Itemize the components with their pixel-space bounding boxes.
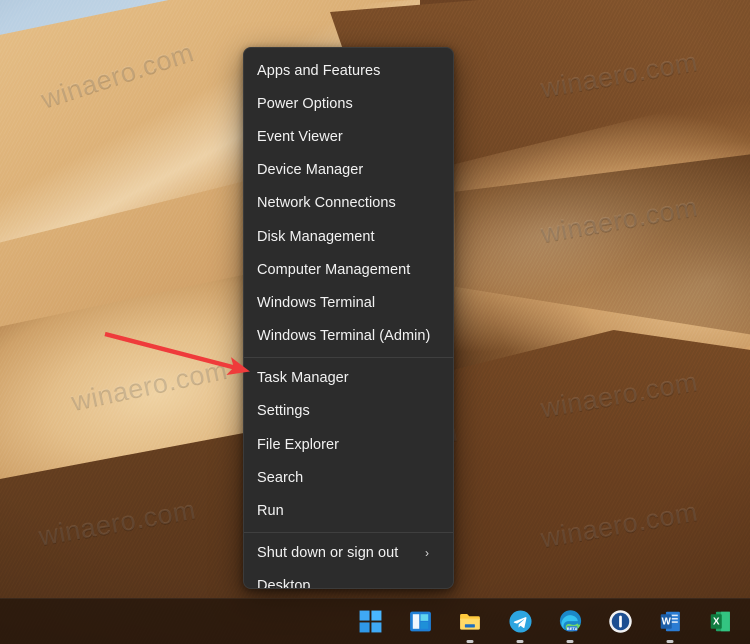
- menu-item-label: Task Manager: [257, 370, 349, 387]
- menu-item-label: Device Manager: [257, 162, 364, 179]
- menu-item-label: Computer Management: [257, 261, 411, 278]
- desktop-screen: winaero.comwinaero.comwinaero.comwinaero…: [0, 0, 750, 644]
- taskbar[interactable]: BETA W X: [0, 598, 750, 644]
- menu-item-settings[interactable]: Settings: [244, 395, 453, 428]
- menu-item-shut-down-or-sign-out[interactable]: Shut down or sign out ›: [244, 537, 453, 570]
- running-indicator: [516, 639, 524, 643]
- menu-item-label: Desktop: [257, 578, 311, 589]
- telegram-button[interactable]: [503, 605, 537, 643]
- menu-item-event-viewer[interactable]: Event Viewer: [244, 120, 453, 153]
- menu-item-label: Shut down or sign out: [257, 545, 399, 562]
- menu-item-search[interactable]: Search: [244, 461, 453, 494]
- menu-item-disk-management[interactable]: Disk Management: [244, 220, 453, 253]
- start-icon: [358, 609, 383, 634]
- menu-item-label: Settings: [257, 403, 310, 420]
- menu-item-label: File Explorer: [257, 436, 340, 453]
- file-explorer-icon: [458, 609, 483, 634]
- menu-item-label: Event Viewer: [257, 128, 343, 145]
- menu-item-run[interactable]: Run: [244, 494, 453, 527]
- menu-item-windows-terminal-admin[interactable]: Windows Terminal (Admin): [244, 320, 453, 353]
- excel-button[interactable]: X: [703, 605, 737, 639]
- menu-separator: [244, 531, 453, 533]
- menu-item-label: Disk Management: [257, 228, 375, 245]
- running-indicator: [466, 639, 474, 643]
- file-explorer-button[interactable]: [453, 605, 487, 643]
- svg-text:X: X: [712, 617, 719, 628]
- edge-beta-button[interactable]: BETA: [553, 605, 587, 643]
- svg-text:BETA: BETA: [566, 626, 577, 631]
- menu-item-power-options[interactable]: Power Options: [244, 87, 453, 120]
- menu-item-label: Windows Terminal: [257, 294, 376, 311]
- excel-icon: X: [708, 609, 733, 634]
- svg-text:W: W: [661, 617, 671, 628]
- menu-item-file-explorer[interactable]: File Explorer: [244, 428, 453, 461]
- widgets-icon: [408, 609, 433, 634]
- start-button[interactable]: [353, 605, 387, 639]
- menu-item-device-manager[interactable]: Device Manager: [244, 154, 453, 187]
- menu-item-label: Search: [257, 469, 304, 486]
- menu-separator: [244, 356, 453, 358]
- onepassword-icon: [608, 609, 633, 634]
- chevron-right-icon: ›: [424, 546, 429, 561]
- menu-item-label: Network Connections: [257, 195, 396, 212]
- running-indicator: [566, 639, 574, 643]
- menu-item-desktop[interactable]: Desktop: [244, 570, 453, 589]
- menu-item-label: Power Options: [257, 95, 353, 112]
- onepassword-button[interactable]: [603, 605, 637, 639]
- taskbar-icon-strip: BETA W X: [353, 605, 737, 643]
- telegram-icon: [508, 609, 533, 634]
- word-icon: W: [658, 609, 683, 634]
- running-indicator: [666, 639, 674, 643]
- menu-item-network-connections[interactable]: Network Connections: [244, 187, 453, 220]
- menu-item-computer-management[interactable]: Computer Management: [244, 253, 453, 286]
- menu-item-task-manager[interactable]: Task Manager: [244, 362, 453, 395]
- menu-item-apps-and-features[interactable]: Apps and Features: [244, 54, 453, 87]
- menu-item-label: Run: [257, 503, 284, 520]
- winx-quick-link-menu[interactable]: Apps and Features Power Options Event View…: [243, 47, 454, 589]
- menu-item-windows-terminal[interactable]: Windows Terminal: [244, 286, 453, 319]
- word-button[interactable]: W: [653, 605, 687, 643]
- menu-item-label: Apps and Features: [257, 62, 381, 79]
- widgets-button[interactable]: [403, 605, 437, 639]
- edge-beta-icon: BETA: [558, 609, 583, 634]
- menu-item-label: Windows Terminal (Admin): [257, 328, 431, 345]
